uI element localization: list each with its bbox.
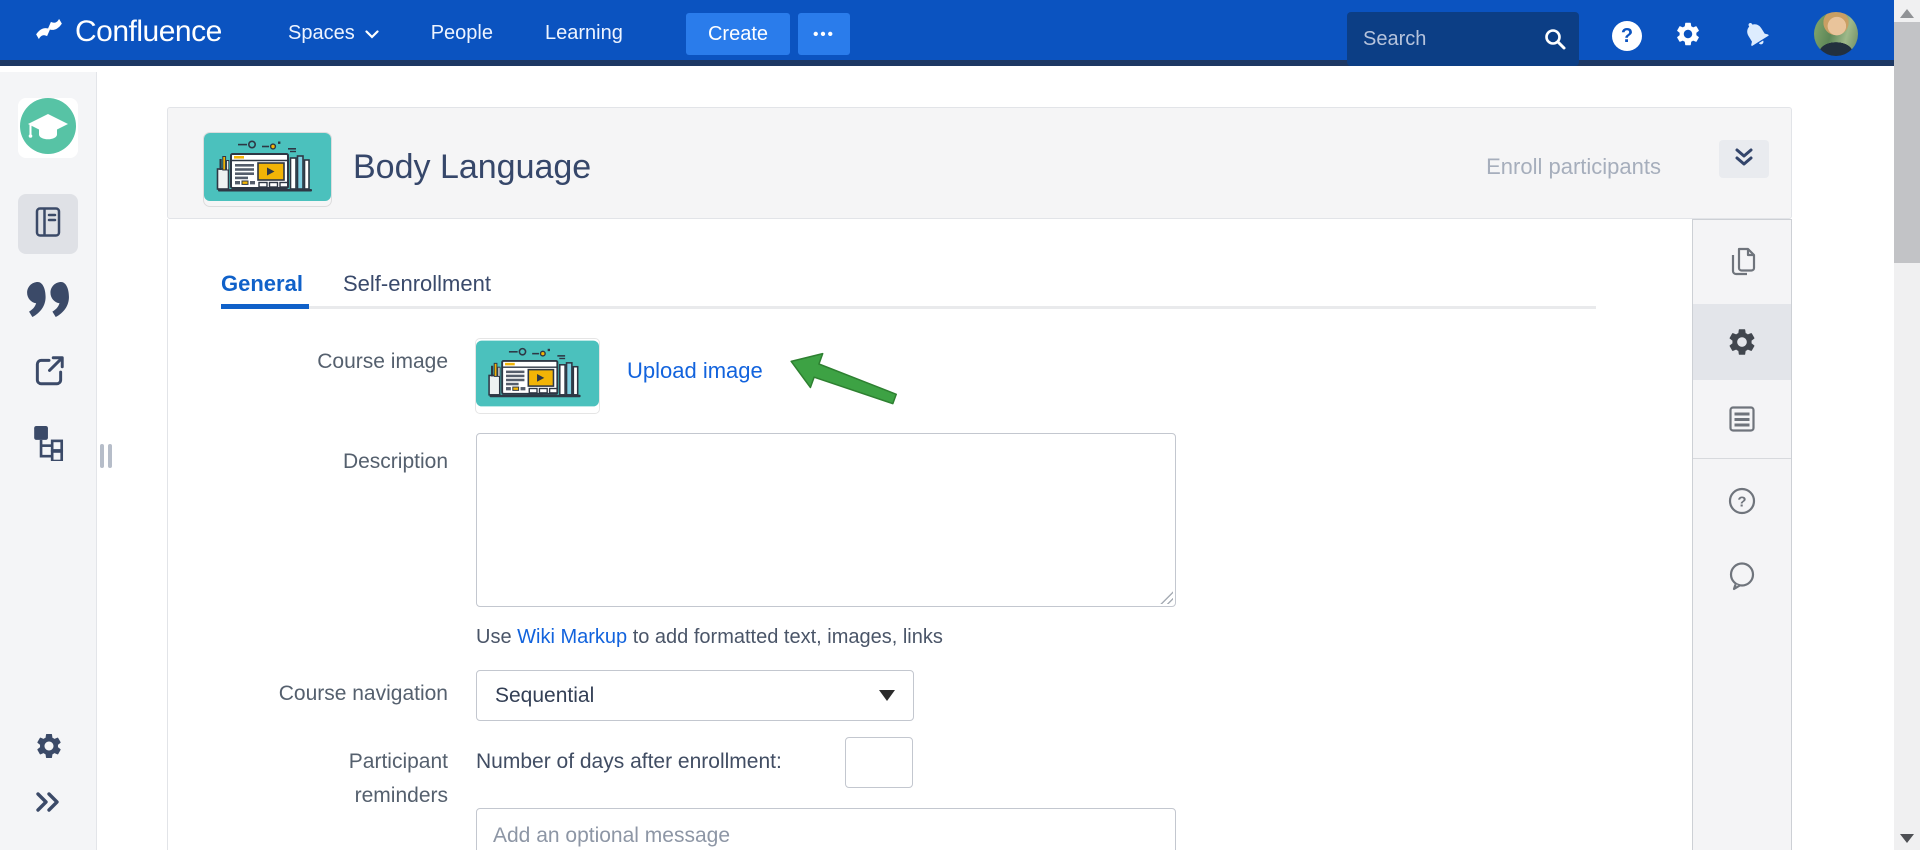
- days-after-enrollment-label: Number of days after enrollment:: [476, 750, 782, 774]
- journal-page-icon: [32, 206, 64, 243]
- select-caret-icon: [879, 690, 895, 701]
- upload-image-link[interactable]: Upload image: [627, 358, 763, 384]
- panel-divider: [1693, 458, 1791, 459]
- comment-bubble-icon: [1726, 560, 1758, 597]
- panel-item-details-list[interactable]: [1693, 403, 1791, 440]
- scrollbar-up-arrow-icon[interactable]: [1900, 9, 1914, 18]
- double-chevron-down-icon: [1733, 147, 1755, 172]
- space-logo[interactable]: [18, 98, 78, 158]
- sidebar-item-page-tree[interactable]: [0, 425, 97, 466]
- external-link-icon: [31, 353, 67, 394]
- tabs-divider: [221, 306, 1596, 309]
- wiki-markup-link[interactable]: Wiki Markup: [517, 626, 627, 648]
- help-icon[interactable]: ?: [1612, 21, 1642, 51]
- enroll-participants-label: Enroll participants: [1486, 154, 1661, 180]
- space-sidebar: [0, 72, 97, 850]
- sidebar-expand-button[interactable]: [0, 790, 97, 819]
- participant-reminders-label-line2: reminders: [168, 784, 448, 808]
- description-field-wrap: [476, 433, 1176, 607]
- panel-item-help[interactable]: ?: [1693, 485, 1791, 522]
- search-input[interactable]: [1363, 12, 1533, 66]
- question-circle-icon: ?: [1726, 485, 1758, 522]
- course-settings-form: General Self-enrollment Course image: [167, 219, 1692, 850]
- nav-item-spaces[interactable]: Spaces: [288, 22, 379, 45]
- description-label: Description: [168, 450, 448, 474]
- page-scrollbar[interactable]: [1894, 0, 1920, 850]
- optional-message-input[interactable]: [476, 808, 1176, 850]
- expand-actions-button[interactable]: [1719, 140, 1769, 178]
- top-navbar: Confluence Spaces People Learning Create…: [0, 0, 1894, 66]
- brand-name: Confluence: [75, 15, 222, 49]
- tab-self-enrollment[interactable]: Self-enrollment: [343, 271, 491, 297]
- quote-icon: [27, 282, 71, 323]
- panel-item-comments[interactable]: [1693, 560, 1791, 597]
- graduation-cap-icon: [20, 98, 76, 159]
- nav-item-people[interactable]: People: [431, 22, 493, 45]
- gear-icon: [1726, 326, 1758, 363]
- course-navigation-label: Course navigation: [168, 682, 448, 706]
- course-header: Body Language Enroll participants: [167, 107, 1792, 219]
- annotation-arrow: [776, 341, 907, 424]
- course-image-label: Course image: [168, 350, 448, 374]
- panel-item-copy-pages[interactable]: [1693, 246, 1791, 283]
- sidebar-settings[interactable]: [0, 731, 97, 766]
- course-thumbnail: [204, 133, 331, 206]
- tab-general[interactable]: General: [221, 271, 303, 297]
- course-navigation-select[interactable]: Sequential: [476, 670, 914, 721]
- chevron-down-icon: [365, 22, 379, 45]
- confluence-logo-icon: [34, 14, 64, 49]
- right-tool-panel: ?: [1692, 219, 1792, 850]
- gear-icon: [34, 731, 64, 766]
- nav-item-learning[interactable]: Learning: [545, 22, 623, 45]
- page-title: Body Language: [353, 148, 591, 187]
- svg-text:?: ?: [1737, 494, 1746, 511]
- list-details-icon: [1726, 403, 1758, 440]
- panel-item-settings[interactable]: [1693, 326, 1791, 363]
- active-tab-indicator: [221, 304, 309, 309]
- double-chevron-right-icon: [34, 790, 64, 819]
- sidebar-item-shared-links[interactable]: [0, 353, 97, 394]
- sidebar-item-course-pages[interactable]: [18, 194, 78, 254]
- course-image-preview: [476, 339, 599, 413]
- search-box: [1347, 12, 1579, 66]
- participant-reminders-label-line1: Participant: [168, 750, 448, 774]
- navbar-menu: Spaces People Learning: [288, 0, 623, 66]
- copy-pages-icon: [1726, 246, 1758, 283]
- selected-option: Sequential: [495, 684, 879, 708]
- notifications-bell-icon[interactable]: [1735, 13, 1779, 59]
- create-button[interactable]: Create: [686, 13, 790, 55]
- confluence-course-settings-page: Confluence Spaces People Learning Create…: [0, 0, 1920, 850]
- settings-gear-icon[interactable]: [1674, 20, 1702, 53]
- tree-hierarchy-icon: [31, 425, 67, 466]
- search-icon[interactable]: [1543, 27, 1567, 56]
- sidebar-item-quotes[interactable]: [0, 282, 97, 323]
- days-after-enrollment-input[interactable]: [845, 737, 913, 788]
- more-actions-button[interactable]: •••: [798, 13, 850, 55]
- user-avatar[interactable]: [1814, 12, 1858, 56]
- scrollbar-thumb[interactable]: [1894, 22, 1920, 263]
- wiki-markup-hint: Use Wiki Markup to add formatted text, i…: [476, 626, 943, 649]
- sidebar-resize-handle[interactable]: [100, 444, 112, 468]
- description-textarea[interactable]: [476, 433, 1176, 607]
- confluence-logo[interactable]: Confluence: [34, 14, 222, 49]
- scrollbar-down-arrow-icon[interactable]: [1900, 834, 1914, 843]
